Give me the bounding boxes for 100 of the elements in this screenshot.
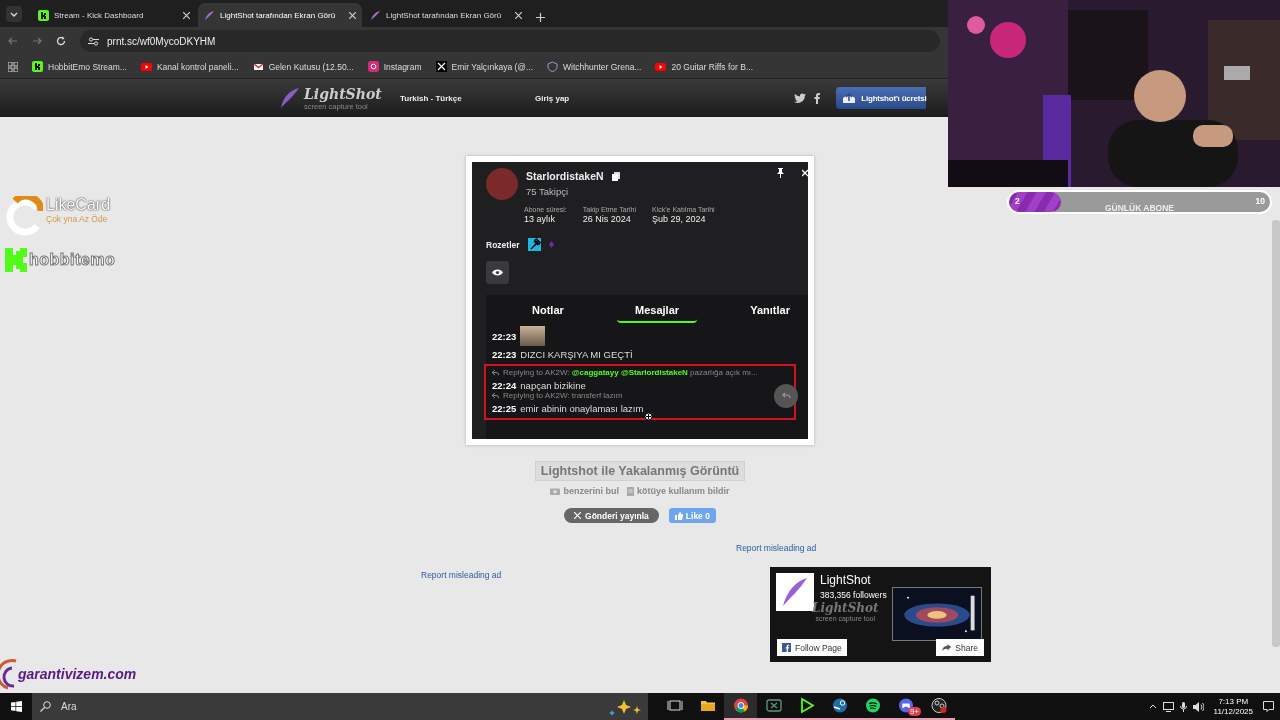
scrollbar[interactable]: [1272, 220, 1280, 647]
chat-tab[interactable]: Mesajlar: [617, 301, 698, 323]
bookmark[interactable]: Gelen Kutusu (12.50...: [252, 61, 354, 72]
reply-context: Replying to AK2W: transferf lazım: [503, 391, 623, 400]
stat-value: 26 Nis 2024: [582, 214, 632, 224]
search-placeholder: Ara: [61, 701, 78, 712]
stat-value: Şub 29, 2024: [652, 214, 707, 224]
x-icon: [574, 512, 582, 519]
goal-label: GÜNLÜK ABONE: [1104, 203, 1175, 212]
x-box-icon: [765, 697, 782, 714]
upload-cloud-icon: [841, 92, 858, 104]
search-field[interactable]: Ara: [32, 693, 648, 720]
browser-tab[interactable]: LightShot tarafından Ekran Görü: [198, 3, 362, 27]
logo-text[interactable]: LightShot: [304, 85, 382, 102]
windows-icon: [10, 701, 22, 712]
reply-icon: [492, 392, 499, 399]
feather-icon: [204, 9, 215, 21]
feather-icon: [782, 577, 808, 607]
login-link[interactable]: Giriş yap: [535, 93, 570, 103]
reload-icon[interactable]: [56, 36, 66, 46]
close-icon[interactable]: [183, 11, 190, 19]
eye-button[interactable]: [486, 261, 509, 284]
facebook-icon[interactable]: [814, 92, 821, 104]
message-time: 22:24: [492, 380, 517, 391]
browser-tab[interactable]: LightShot tarafından Ekran Görü: [364, 3, 528, 27]
bookmark[interactable]: Instagram: [367, 61, 422, 72]
tab-menu-button[interactable]: [6, 6, 22, 22]
task-view-icon: [666, 697, 683, 714]
close-icon[interactable]: [349, 11, 356, 19]
username: StarlordistakeN: [526, 170, 604, 182]
play-arrow-icon: [798, 697, 815, 714]
share-button[interactable]: Share: [936, 639, 984, 656]
clock-time[interactable]: 7:13 PM: [1218, 697, 1249, 706]
follower-count: 383,356 followers: [820, 590, 887, 600]
reply-icon: [781, 392, 791, 400]
message-text: napçan bizikine: [520, 380, 586, 391]
gem-badge-icon: [548, 241, 554, 248]
copy-icon: [611, 171, 620, 181]
obs-icon: [930, 697, 947, 714]
brand-slogan: Çok yna Az Öde: [46, 214, 109, 224]
bookmark[interactable]: HobbitEmo Stream...: [32, 61, 127, 72]
feather-icon: [370, 9, 381, 21]
shield-icon: [547, 61, 559, 72]
follow-page-button[interactable]: Follow Page: [777, 639, 847, 656]
bookmark[interactable]: 20 Guitar Riffs for B...: [655, 61, 754, 72]
reply-context: Replying to AK2W: @caggatayy @StarlordistakeN pazarlığa açık mı...: [503, 368, 758, 377]
site-settings-icon[interactable]: [88, 36, 99, 46]
spotify-icon: [864, 697, 881, 714]
report-ad-link[interactable]: Report misleading ad: [421, 570, 502, 580]
badges-label: Rozetler: [486, 239, 520, 250]
x-icon: [435, 61, 447, 72]
goal-count: 2: [1015, 196, 1020, 206]
close-icon[interactable]: [515, 11, 522, 19]
clock-date[interactable]: 11/12/2025: [1213, 707, 1253, 716]
sponsor-text: garantivizem.com: [18, 666, 137, 682]
forward-icon[interactable]: [32, 36, 42, 46]
brand-text: LightShot: [812, 601, 879, 615]
back-icon[interactable]: [8, 36, 18, 46]
notification-icon[interactable]: [1263, 701, 1274, 712]
chevron-down-icon: [10, 11, 18, 17]
language-selector[interactable]: Turkish - Türkçe: [400, 93, 535, 103]
address-bar[interactable]: prnt.sc/wf0MycoDKYHM: [80, 30, 940, 52]
pin-icon[interactable]: [777, 168, 784, 178]
speaker-icon[interactable]: [1192, 701, 1204, 712]
browser-tab[interactable]: Stream - Kick Dashboard: [32, 3, 196, 27]
eye-icon: [492, 269, 503, 276]
feather-icon: [280, 87, 300, 109]
message-time: 22:23: [492, 349, 517, 360]
message-text: DIZCI KARŞIYA MI GEÇTİ: [520, 349, 633, 360]
post-button[interactable]: Gönderi yayınla: [564, 508, 659, 523]
bird-icon[interactable]: [794, 92, 807, 103]
search-icon: [40, 701, 51, 712]
kick-logo-icon: [5, 248, 27, 272]
hammer-badge-icon: [527, 238, 541, 251]
report-ad-link[interactable]: Report misleading ad: [736, 543, 817, 553]
chat-tab[interactable]: Notlar: [514, 301, 582, 323]
bookmark[interactable]: Witchhunter Grena...: [547, 61, 642, 72]
apps-grid-icon[interactable]: [8, 61, 18, 72]
chevron-up-icon[interactable]: [1148, 704, 1157, 709]
message-time: 22:23: [492, 330, 517, 342]
taskbar-app[interactable]: 9+: [889, 693, 922, 720]
cursor-icon: [644, 412, 653, 421]
camera-icon: [550, 487, 561, 495]
chrome-icon: [732, 697, 749, 714]
image-caption: Lightshot ile Yakalanmış Görüntü: [534, 461, 746, 481]
page-name[interactable]: LightShot: [820, 573, 887, 587]
goal-target: 10: [1255, 196, 1265, 206]
brand-name: LikeCard: [46, 196, 111, 214]
swirl-logo-icon: [0, 658, 18, 690]
bookmark[interactable]: Emir Yalçınkaya (@...: [435, 61, 534, 72]
network-icon[interactable]: [1162, 701, 1174, 712]
facebook-icon: [782, 643, 791, 652]
plus-icon[interactable]: [536, 13, 545, 22]
kick-icon: [38, 9, 49, 21]
chat-tab[interactable]: Yanıtlar: [732, 301, 808, 323]
taskbar-app[interactable]: [724, 693, 757, 720]
microphone-icon[interactable]: [1179, 701, 1187, 712]
bookmark[interactable]: Kanal kontrol paneli...: [140, 61, 239, 72]
message-time: 22:25: [492, 403, 517, 414]
reply-icon: [492, 369, 499, 376]
